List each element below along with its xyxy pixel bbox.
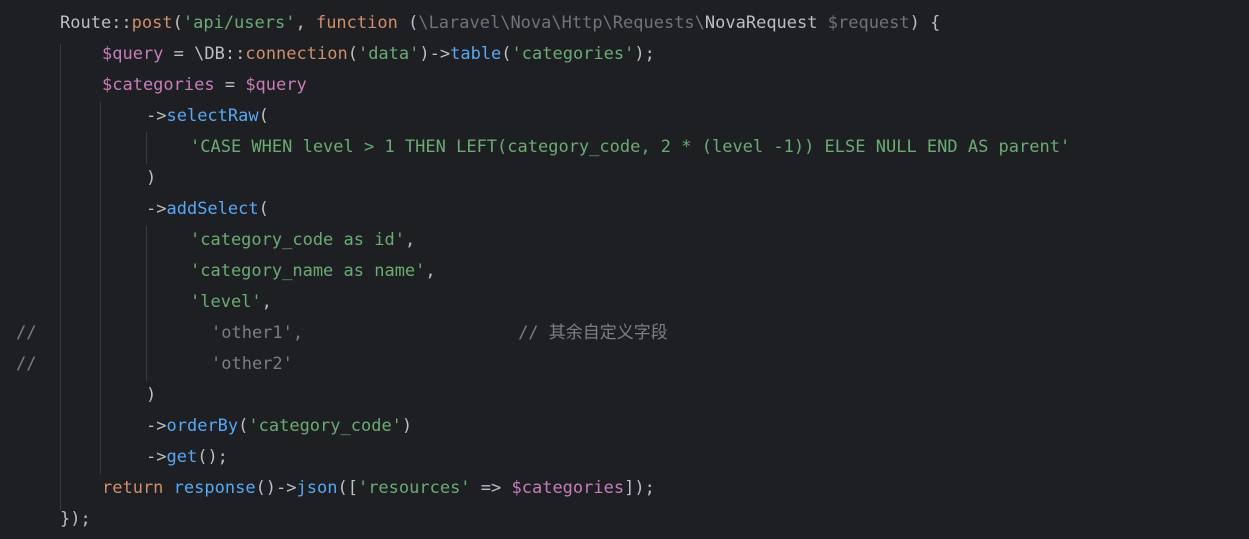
code-token: = \ — [163, 44, 205, 64]
code-line[interactable]: ) — [0, 163, 1249, 194]
code-token: orderBy — [166, 416, 239, 436]
code-token: $request — [827, 13, 910, 33]
code-token: 'categories' — [511, 44, 635, 64]
code-token: $query — [102, 44, 164, 64]
code-line[interactable]: }); — [0, 504, 1249, 535]
code-token: 'api/users' — [182, 13, 296, 33]
code-token: 'other1' — [211, 323, 293, 343]
code-token: ([ — [337, 478, 358, 498]
code-line[interactable]: 'CASE WHEN level > 1 THEN LEFT(category_… — [0, 132, 1249, 163]
code-token: , — [404, 230, 416, 250]
code-token: function — [315, 13, 398, 33]
code-token: $query — [245, 75, 307, 95]
code-token: \Laravel\Nova\Http\Requests\ — [418, 13, 705, 33]
code-token: table — [450, 44, 502, 64]
code-token: json — [296, 478, 338, 498]
code-token: ( — [238, 416, 249, 436]
code-token: -> — [146, 106, 167, 126]
code-token: ) { — [909, 13, 941, 33]
code-token: connection — [245, 44, 348, 64]
code-token: ( — [347, 44, 358, 64]
code-token: 'level' — [190, 292, 262, 312]
code-token: 'category_name as name' — [190, 261, 426, 281]
code-token: -> — [146, 447, 167, 467]
code-token: selectRaw — [166, 106, 259, 126]
code-token: ( — [258, 199, 269, 219]
code-line[interactable]: Route::post('api/users', function (\Lara… — [0, 8, 1249, 39]
code-line[interactable]: ->addSelect( — [0, 194, 1249, 225]
code-token: 'category_code' — [248, 416, 402, 436]
code-line[interactable]: $query = \DB::connection('data')->table(… — [0, 39, 1249, 70]
code-token: get — [166, 447, 198, 467]
code-token: ]); — [624, 478, 655, 498]
code-token: :: — [111, 13, 132, 33]
code-token: ) — [146, 168, 157, 188]
code-token: ( — [258, 106, 269, 126]
code-token: :: — [224, 44, 246, 64]
code-token: $categories — [102, 75, 215, 95]
code-token: // — [303, 323, 549, 343]
code-token: ( — [172, 13, 183, 33]
code-token: 'resources' — [357, 478, 471, 498]
code-token: ) — [146, 385, 157, 405]
code-token: ()-> — [255, 478, 297, 498]
code-token: , — [292, 323, 304, 343]
code-token: ( — [397, 13, 419, 33]
code-token: 'data' — [357, 44, 420, 64]
code-token: )-> — [419, 44, 451, 64]
code-token: response — [173, 478, 256, 498]
code-token: }); — [60, 509, 91, 529]
code-token: addSelect — [166, 199, 259, 219]
code-token: , — [425, 261, 436, 281]
code-token: , — [261, 292, 272, 312]
code-line[interactable]: 'other1', // 其余自定义字段 — [0, 318, 1249, 349]
code-token: 'CASE WHEN level > 1 THEN LEFT(category_… — [190, 137, 1071, 157]
code-line[interactable]: ->selectRaw( — [0, 101, 1249, 132]
code-line[interactable]: 'level', — [0, 287, 1249, 318]
code-line[interactable]: ->get(); — [0, 442, 1249, 473]
code-line[interactable]: ) — [0, 380, 1249, 411]
code-token: => — [470, 478, 512, 498]
code-token: , — [295, 13, 316, 33]
code-token: ) — [401, 416, 413, 436]
code-line[interactable]: 'category_code as id', — [0, 225, 1249, 256]
code-line[interactable]: $categories = $query — [0, 70, 1249, 101]
code-token: $categories — [511, 478, 625, 498]
code-line[interactable]: 'other2' — [0, 349, 1249, 380]
code-token: 'category_code as id' — [190, 230, 405, 250]
code-token: DB — [204, 44, 225, 64]
code-token: -> — [146, 416, 167, 436]
code-editor[interactable]: Route::post('api/users', function (\Lara… — [0, 0, 1249, 539]
code-token: ( — [501, 44, 512, 64]
code-line[interactable]: 'category_name as name', — [0, 256, 1249, 287]
code-token: ); — [634, 44, 655, 64]
code-line[interactable]: ->orderBy('category_code') — [0, 411, 1249, 442]
code-line[interactable]: return response()->json(['resources' => … — [0, 473, 1249, 504]
code-token: (); — [197, 447, 228, 467]
code-token: 'other2' — [211, 354, 293, 374]
code-token: post — [131, 13, 173, 33]
code-token: = — [214, 75, 246, 95]
code-token: NovaRequest — [704, 13, 818, 33]
code-token: return — [102, 478, 164, 498]
code-token: 其余自定义字段 — [548, 323, 668, 343]
code-token: -> — [146, 199, 167, 219]
code-token: Route — [60, 13, 112, 33]
